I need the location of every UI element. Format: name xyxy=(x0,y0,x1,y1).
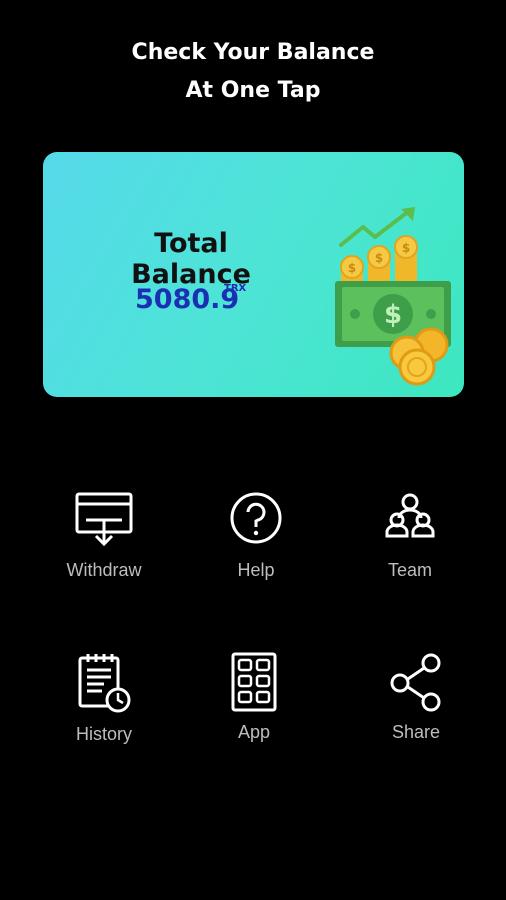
share-icon xyxy=(390,653,441,712)
app-grid-icon xyxy=(231,652,277,712)
team-button[interactable]: Team xyxy=(350,490,470,600)
team-icon xyxy=(385,493,435,538)
balance-card: Total Balance 5080.9 TRX $ $ $ $ xyxy=(43,152,464,397)
svg-text:$: $ xyxy=(384,300,402,330)
history-icon xyxy=(78,654,131,713)
share-button[interactable]: Share xyxy=(356,652,476,762)
svg-text:$: $ xyxy=(375,251,383,265)
headline: Check Your Balance At One Tap xyxy=(0,34,506,110)
help-label: Help xyxy=(237,560,275,580)
app-label: App xyxy=(237,722,271,742)
balance-unit: TRX xyxy=(224,283,247,294)
team-label: Team xyxy=(387,560,432,580)
svg-text:$: $ xyxy=(348,261,356,275)
withdraw-icon xyxy=(75,492,133,547)
help-icon xyxy=(230,492,282,544)
help-button[interactable]: Help xyxy=(196,490,316,600)
withdraw-button[interactable]: Withdraw xyxy=(44,490,164,600)
money-illustration-icon: $ $ $ $ xyxy=(335,207,451,386)
withdraw-label: Withdraw xyxy=(66,560,142,580)
share-label: Share xyxy=(391,722,441,742)
history-label: History xyxy=(75,724,132,744)
app-button[interactable]: App xyxy=(194,652,314,762)
balance-label: Total Balance xyxy=(131,228,251,290)
svg-text:$: $ xyxy=(402,241,410,255)
headline-line-2: At One Tap xyxy=(185,78,321,103)
headline-line-1: Check Your Balance xyxy=(131,40,375,65)
history-button[interactable]: History xyxy=(44,652,164,762)
